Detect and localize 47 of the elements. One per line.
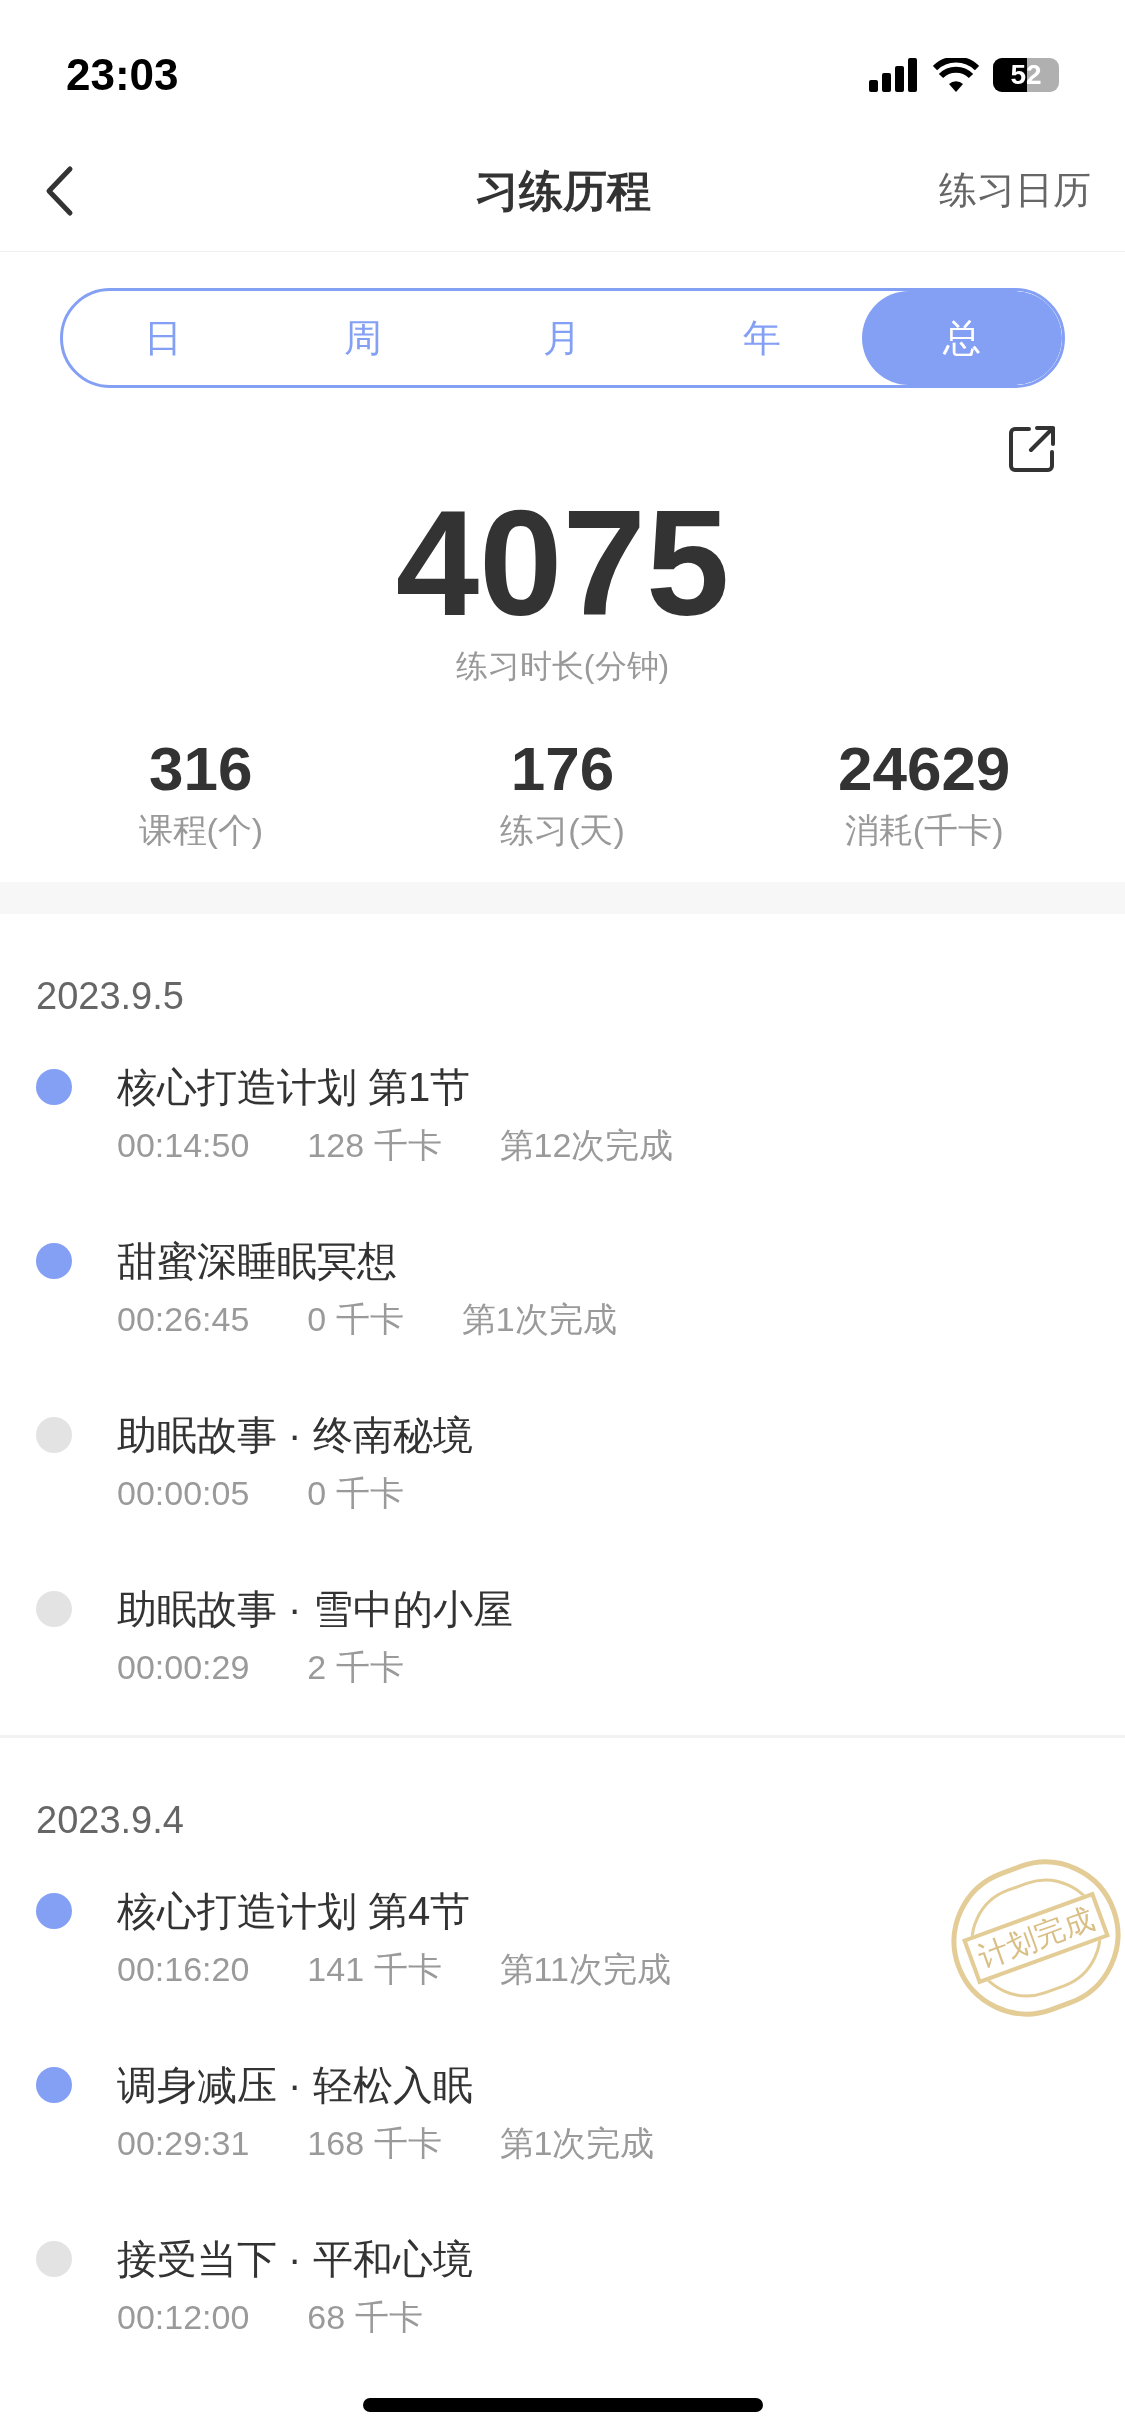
session-title: 甜蜜深睡眠冥想 — [117, 1238, 398, 1285]
period-tab[interactable]: 年 — [662, 291, 863, 385]
session-calories: 128 千卡 — [307, 1125, 442, 1166]
session-calories: 0 千卡 — [307, 1299, 404, 1340]
date-heading: 2023.9.4 — [36, 1799, 184, 1841]
back-icon[interactable] — [44, 164, 74, 217]
session-title: 助眠故事 · 雪中的小屋 — [117, 1586, 513, 1633]
session-duration: 00:16:20 — [117, 1949, 250, 1990]
stat-label: 消耗(千卡) — [844, 810, 1004, 851]
period-tab[interactable]: 日 — [63, 291, 263, 385]
session-calories: 168 千卡 — [307, 2123, 442, 2164]
session-title: 助眠故事 · 终南秘境 — [117, 1412, 473, 1459]
stat-value: 176 — [510, 734, 615, 804]
stat-label: 练习(天) — [500, 810, 625, 851]
stat-value: 24629 — [837, 734, 1011, 804]
session-duration: 00:00:05 — [117, 1473, 250, 1514]
completion-count: 第1次完成 — [499, 2123, 655, 2164]
period-tab[interactable]: 总 — [862, 291, 1062, 385]
session-duration: 00:12:00 — [117, 2297, 250, 2338]
session-calories: 141 千卡 — [307, 1949, 442, 1990]
signal-icon — [869, 58, 919, 92]
session-title: 接受当下 · 平和心境 — [117, 2236, 473, 2283]
completion-count: 第1次完成 — [461, 1299, 617, 1340]
session-calories: 2 千卡 — [307, 1647, 404, 1688]
session-duration: 00:14:50 — [117, 1125, 250, 1166]
stat-value: 316 — [149, 734, 253, 804]
completion-count: 第11次完成 — [499, 1949, 671, 1990]
date-heading: 2023.9.5 — [36, 975, 184, 1017]
completion-count: 第12次完成 — [499, 1125, 674, 1166]
session-calories: 68 千卡 — [307, 2297, 423, 2338]
page-title: 习练历程 — [474, 164, 651, 217]
period-tab[interactable]: 周 — [262, 291, 463, 385]
total-minutes: 4075 — [395, 488, 730, 638]
session-calories: 0 千卡 — [307, 1473, 404, 1514]
total-minutes-label: 练习时长(分钟) — [455, 647, 670, 686]
stat-label: 课程(个) — [138, 810, 264, 851]
share-icon[interactable] — [1007, 424, 1057, 474]
session-title: 调身减压 · 轻松入眠 — [117, 2062, 474, 2109]
session-title: 核心打造计划 第4节 — [117, 1888, 472, 1935]
wifi-icon — [933, 58, 979, 92]
practice-calendar-link[interactable]: 练习日历 — [939, 162, 1091, 219]
period-tab[interactable]: 月 — [462, 291, 663, 385]
session-title: 核心打造计划 第1节 — [117, 1064, 472, 1111]
session-duration: 00:00:29 — [117, 1647, 250, 1688]
session-duration: 00:29:31 — [117, 2123, 250, 2164]
status-time: 23:03 — [66, 49, 179, 101]
session-duration: 00:26:45 — [117, 1299, 250, 1340]
